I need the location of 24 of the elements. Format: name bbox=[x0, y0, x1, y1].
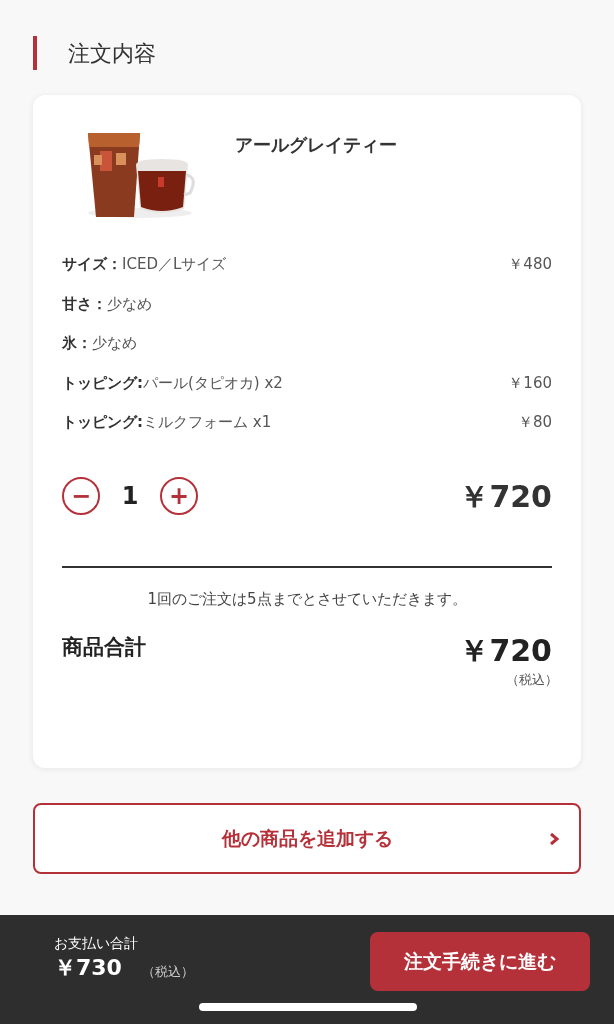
option-text: トッピング:ミルクフォーム x1 bbox=[62, 412, 272, 433]
option-text: 氷：少なめ bbox=[62, 333, 137, 354]
option-text: トッピング:パール(タピオカ) x2 bbox=[62, 372, 283, 394]
option-price: ￥160 bbox=[508, 372, 552, 394]
option-text: 甘さ：少なめ bbox=[62, 293, 152, 315]
section-title: 注文内容 bbox=[68, 39, 156, 68]
increase-button[interactable]: + bbox=[160, 477, 198, 515]
product-name: アールグレイティー bbox=[235, 133, 397, 157]
subtotal-label: 商品合計 bbox=[62, 634, 146, 661]
proceed-button[interactable]: 注文手続きに進む bbox=[370, 932, 590, 991]
option-price: ￥480 bbox=[508, 254, 552, 275]
subtotal-amount: ￥720 bbox=[459, 632, 552, 670]
quantity-value: 1 bbox=[120, 481, 140, 512]
chevron-right-icon bbox=[549, 831, 559, 846]
tax-note: （税込） bbox=[141, 963, 194, 981]
notice-text: 1回のご注文は5点までとさせていただきます。 bbox=[146, 588, 468, 610]
add-product-button[interactable]: 他の商品を追加する bbox=[33, 803, 581, 874]
payment-total-label: お支払い合計 bbox=[54, 934, 139, 953]
tax-note: （税込） bbox=[506, 670, 558, 689]
decrease-button[interactable]: − bbox=[62, 477, 100, 515]
item-price: ￥720 bbox=[459, 477, 552, 516]
option-text: サイズ：ICED／Lサイズ bbox=[62, 254, 227, 275]
payment-total-amount: ￥730 bbox=[54, 954, 122, 982]
option-price: ￥80 bbox=[517, 412, 552, 433]
